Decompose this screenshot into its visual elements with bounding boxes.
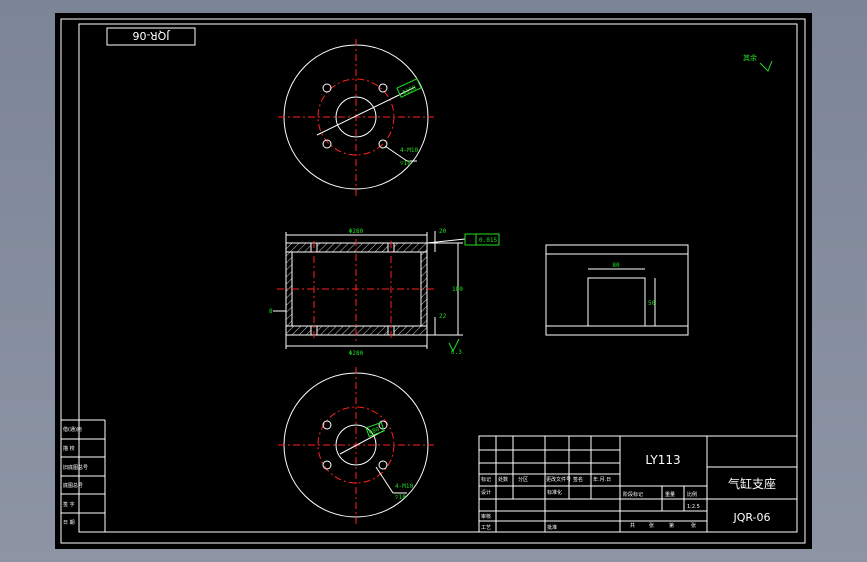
stage-header-1: 重量 [665, 491, 675, 498]
section-roughness: 6.3 [451, 349, 462, 356]
bottom-view: Φ80 4-M10 ▽18 [278, 367, 434, 524]
left-block-0: 借(通)用 [63, 426, 82, 433]
title-header-0: 标记 [481, 476, 491, 483]
section-left-wall: 8 [269, 308, 273, 315]
bottom-holes-label: 4-M10 [395, 483, 413, 490]
material-label: LY113 [645, 453, 680, 467]
row-process: 工艺 [481, 525, 491, 531]
right-view: 80 50 [545, 244, 689, 336]
stamp-text: JQR-06 [132, 29, 170, 42]
sheet-text-3: 张 [691, 522, 696, 529]
stage-header-0: 阶段标记 [623, 491, 643, 498]
top-depth-label: ▽18 [400, 160, 411, 167]
left-record-block: 借(通)用 描 校 旧底图总号 底图总号 签 字 日 期 [61, 419, 106, 532]
sheet-text-0: 共 [630, 522, 635, 529]
left-block-3: 底图总号 [63, 482, 83, 489]
row-standard: 标准化 [547, 489, 562, 496]
section-height: 180 [452, 286, 463, 293]
left-block-4: 签 字 [63, 501, 75, 508]
stage-header-2: 比例 [687, 491, 697, 498]
right-width: 80 [612, 262, 620, 269]
row-approve: 批准 [547, 524, 557, 531]
sheet-text-1: 张 [649, 522, 654, 529]
outer-frame [60, 18, 806, 544]
title-header-1: 处数 [498, 476, 508, 483]
top-view: Φ150 4-M10 ▽18 [278, 39, 434, 196]
bottom-pcd-label: Φ80 [368, 426, 381, 436]
section-bottom-step: 22 [439, 313, 447, 320]
engineering-drawing: JQR-06 其余 Φ150 4-M10 ▽18 Φ280 Φ280 20 22… [60, 18, 806, 544]
title-header-3: 更改文件号 [546, 476, 571, 483]
left-block-5: 日 期 [63, 520, 75, 526]
section-view: Φ280 Φ280 20 22 180 8 0.015 6.3 [269, 228, 500, 357]
drawing-code: JQR-06 [732, 511, 770, 524]
section-top-step: 20 [439, 228, 447, 235]
title-header-5: 年.月.日 [593, 476, 611, 483]
inner-frame [78, 23, 798, 533]
title-header-2: 分区 [518, 476, 528, 483]
left-block-1: 描 校 [63, 445, 75, 452]
title-block: 标记 处数 分区 更改文件号 签名 年.月.日 设计 标准化 审核 工艺 批准 … [478, 435, 798, 533]
section-width-bottom: Φ280 [349, 350, 364, 357]
top-pcd-label: Φ150 [401, 84, 417, 97]
part-name: 气缸支座 [728, 476, 776, 491]
title-header-4: 签名 [573, 476, 583, 483]
bottom-depth-label: ▽18 [395, 494, 406, 501]
section-width-top: Φ280 [349, 228, 364, 235]
flatness-tolerance: 0.015 [479, 237, 497, 244]
right-height: 50 [648, 300, 656, 307]
surface-note-text: 其余 [743, 53, 757, 62]
top-holes-label: 4-M10 [400, 147, 418, 154]
left-block-2: 旧底图总号 [63, 464, 88, 471]
row-design: 设计 [481, 489, 491, 496]
row-review: 审核 [481, 513, 491, 520]
sheet-text-2: 第 [669, 522, 674, 529]
cad-viewport[interactable]: JQR-06 其余 Φ150 4-M10 ▽18 Φ280 Φ280 20 22… [55, 13, 812, 549]
surface-note: 其余 [743, 53, 773, 72]
scale-value: 1:2.5 [687, 504, 700, 510]
